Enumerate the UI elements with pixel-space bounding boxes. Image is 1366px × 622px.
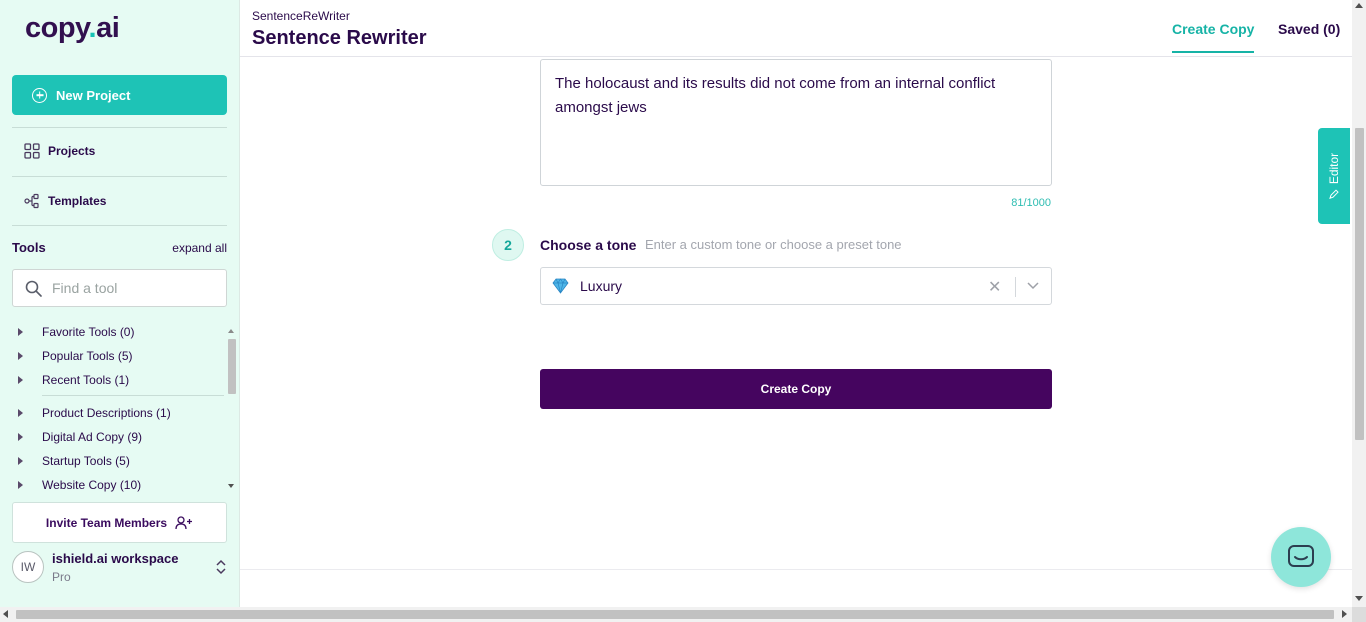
editor-tab-content: Editor — [1327, 153, 1341, 199]
logo-text-tail: ai — [96, 12, 120, 44]
chat-icon — [1288, 545, 1314, 567]
tab-saved[interactable]: Saved (0) — [1278, 21, 1340, 37]
sentence-input[interactable]: The holocaust and its results did not co… — [540, 59, 1052, 186]
scroll-down-icon[interactable] — [1355, 596, 1363, 601]
tool-group-label: Digital Ad Copy (9) — [42, 430, 143, 444]
create-copy-button[interactable]: Create Copy — [540, 369, 1052, 409]
caret-right-icon — [18, 457, 23, 465]
sidebar-item-projects[interactable]: Projects — [24, 143, 95, 159]
caret-right-icon — [18, 409, 23, 417]
find-tool-input[interactable] — [52, 280, 212, 296]
find-tool-search — [12, 269, 227, 307]
caret-right-icon — [18, 481, 23, 489]
caret-right-icon — [18, 352, 23, 360]
copyai-logo[interactable]: copy.ai — [25, 12, 120, 45]
divider — [240, 569, 1352, 570]
scrollbar-corner — [1352, 607, 1366, 622]
divider — [1015, 277, 1016, 297]
tool-group-label: Startup Tools (5) — [42, 454, 130, 468]
workspace-switcher[interactable]: IW ishield.ai workspace Pro — [12, 550, 232, 590]
sidebar: copy.ai New Project Projects Templates T… — [0, 0, 240, 607]
tool-group-label: Recent Tools (1) — [42, 373, 130, 387]
chevron-up-down-icon — [216, 559, 226, 575]
grid-icon — [24, 143, 40, 159]
caret-right-icon — [18, 328, 23, 336]
page-horizontal-scroll-thumb[interactable] — [16, 610, 1334, 619]
new-project-button[interactable]: New Project — [12, 75, 227, 115]
caret-right-icon — [18, 376, 23, 384]
page-horizontal-scrollbar[interactable] — [0, 607, 1352, 622]
tools-header: Tools expand all — [12, 240, 227, 255]
tool-group-website-copy[interactable]: Website Copy (10) — [12, 478, 141, 492]
tone-select[interactable]: Luxury ✕ — [540, 267, 1052, 305]
tool-list: Favorite Tools (0) Popular Tools (5) Rec… — [12, 321, 225, 493]
scroll-up-icon[interactable] — [1355, 3, 1363, 8]
page-title: Sentence Rewriter — [252, 27, 427, 49]
expand-all-link[interactable]: expand all — [172, 241, 227, 255]
tool-group-product-descriptions[interactable]: Product Descriptions (1) — [12, 406, 171, 420]
new-project-label: New Project — [56, 87, 131, 103]
sidebar-item-templates[interactable]: Templates — [24, 193, 106, 209]
clear-icon[interactable]: ✕ — [988, 277, 1001, 297]
page-vertical-scroll-thumb[interactable] — [1355, 128, 1364, 440]
choose-tone-label: Choose a tone — [540, 237, 637, 253]
page-header: SentenceReWriter Sentence Rewriter Creat… — [240, 0, 1352, 57]
divider — [12, 225, 227, 226]
search-icon — [25, 280, 42, 297]
tool-group-label: Product Descriptions (1) — [42, 406, 171, 420]
invite-label: Invite Team Members — [45, 515, 168, 530]
workspace-name: ishield.ai workspace — [52, 551, 179, 566]
tool-group-label: Favorite Tools (0) — [42, 325, 135, 339]
tab-create-copy[interactable]: Create Copy — [1172, 21, 1255, 53]
scroll-right-icon[interactable] — [1342, 610, 1347, 618]
sidebar-item-label: Projects — [48, 144, 96, 158]
caret-right-icon — [18, 433, 23, 441]
pencil-icon — [1329, 189, 1339, 199]
tools-title: Tools — [12, 240, 46, 255]
divider — [12, 176, 227, 177]
tool-group-startup-tools[interactable]: Startup Tools (5) — [12, 454, 130, 468]
scroll-up-icon[interactable] — [228, 329, 234, 333]
divider — [12, 127, 227, 128]
scroll-left-icon[interactable] — [3, 610, 8, 618]
tool-list-scroll-thumb[interactable] — [228, 339, 236, 394]
sidebar-item-label: Templates — [48, 194, 107, 208]
tool-group-favorite[interactable]: Favorite Tools (0) — [12, 325, 134, 339]
tool-group-digital-ad-copy[interactable]: Digital Ad Copy (9) — [12, 430, 142, 444]
workspace-plan: Pro — [52, 570, 71, 584]
scroll-down-icon[interactable] — [228, 484, 234, 488]
avatar: IW — [12, 551, 44, 583]
gem-icon — [552, 278, 569, 294]
choose-tone-hint: Enter a custom tone or choose a preset t… — [645, 237, 902, 252]
editor-side-tab[interactable]: Editor — [1318, 128, 1350, 224]
plus-circle-icon — [32, 87, 47, 103]
app-window: copy.ai New Project Projects Templates T… — [0, 0, 1366, 622]
logo-dot: . — [88, 12, 97, 44]
tool-group-popular[interactable]: Popular Tools (5) — [12, 349, 133, 363]
tone-selected-value: Luxury — [580, 278, 623, 294]
chevron-down-icon[interactable] — [1027, 282, 1039, 290]
page-vertical-scrollbar[interactable] — [1352, 0, 1366, 607]
character-counter: 81/1000 — [1011, 197, 1051, 209]
templates-icon — [24, 193, 39, 209]
tool-group-recent[interactable]: Recent Tools (1) — [12, 373, 129, 387]
divider — [42, 395, 224, 396]
logo-text-main: copy — [25, 12, 89, 44]
step-number-badge: 2 — [492, 229, 524, 261]
chat-launcher-button[interactable] — [1271, 527, 1331, 587]
invite-team-members-button[interactable]: Invite Team Members — [12, 502, 227, 543]
add-user-icon — [175, 515, 193, 529]
tool-group-label: Popular Tools (5) — [42, 349, 133, 363]
breadcrumb[interactable]: SentenceReWriter — [252, 9, 350, 23]
editor-tab-label: Editor — [1327, 152, 1341, 185]
tool-group-label: Website Copy (10) — [42, 478, 142, 492]
